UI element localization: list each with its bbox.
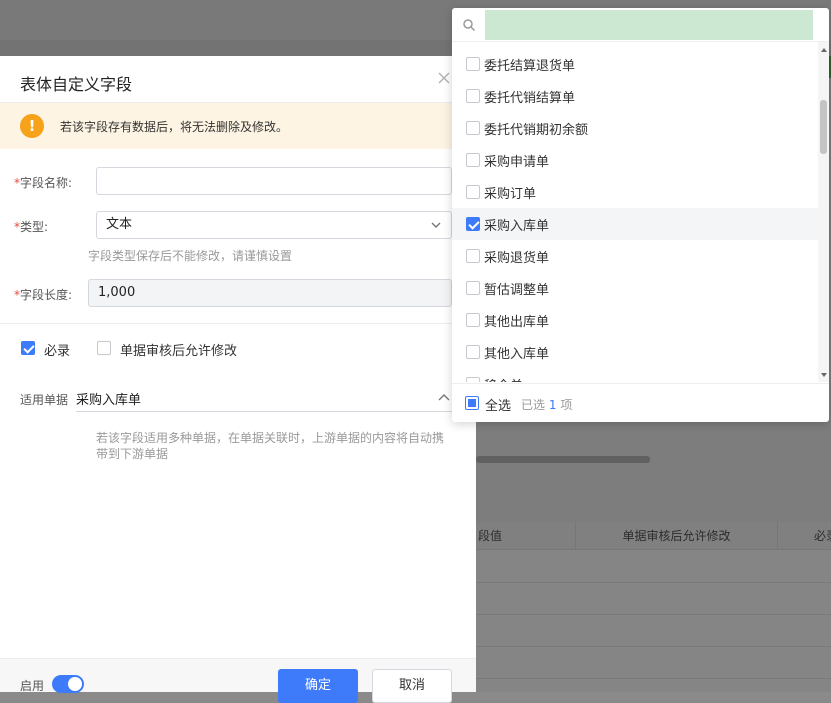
warning-alert: ! 若该字段存有数据后，将无法删除及修改。 <box>0 103 476 149</box>
field-name-input[interactable] <box>96 167 452 195</box>
dropdown-option-checkbox[interactable] <box>466 345 480 359</box>
dropdown-option[interactable]: 采购入库单 <box>452 208 818 240</box>
dropdown-option-label: 委托结算退货单 <box>484 59 576 74</box>
scroll-thumb[interactable] <box>820 100 827 154</box>
selected-suffix: 项 <box>560 398 573 412</box>
type-select-value: 文本 <box>106 217 133 232</box>
type-select[interactable]: 文本 <box>96 211 452 239</box>
dropdown-option-label: 委托代销结算单 <box>484 91 576 106</box>
dropdown-option[interactable]: 其他出库单 <box>452 304 818 336</box>
allow-edit-after-audit-checkbox[interactable] <box>97 341 111 355</box>
dropdown-option[interactable]: 委托结算退货单 <box>452 48 818 80</box>
selected-count-text: 已选 1 项 <box>521 396 572 413</box>
dropdown-footer: 全选 已选 1 项 <box>452 383 829 422</box>
dropdown-option-checkbox[interactable] <box>466 281 480 295</box>
search-icon <box>463 19 476 32</box>
drawer-title: 表体自定义字段 <box>20 75 133 94</box>
document-type-dropdown: 委托结算退货单 委托代销结算单 委托代销期初余额 采购申请单采购订单采购入库单采购退货… <box>452 8 829 422</box>
dropdown-option[interactable]: 其他入库单 <box>452 336 818 368</box>
select-all-label[interactable]: 全选 <box>485 395 511 414</box>
dropdown-option[interactable]: 委托代销期初余额 <box>452 112 818 144</box>
enable-label: 启用 <box>20 679 45 693</box>
dropdown-option-label: 采购订单 <box>484 187 537 202</box>
scroll-up-icon[interactable] <box>821 48 827 52</box>
dropdown-option[interactable]: 移仓单 <box>452 368 818 382</box>
dropdown-option-checkbox[interactable] <box>466 313 480 327</box>
confirm-button[interactable]: 确定 <box>278 669 358 703</box>
dropdown-option-checkbox[interactable] <box>466 377 480 382</box>
dropdown-option-label: 移仓单 <box>484 375 523 382</box>
dropdown-scrollbar[interactable] <box>818 42 829 382</box>
chevron-down-icon <box>431 222 441 228</box>
dropdown-option[interactable]: 委托代销结算单 <box>452 80 818 112</box>
dropdown-option-label: 委托代销期初余额 <box>484 123 589 138</box>
custom-field-drawer: 表体自定义字段 ! 若该字段存有数据后，将无法删除及修改。 *字段名称: *类型… <box>0 56 476 703</box>
applicable-docs-select[interactable]: 采购入库单 <box>76 384 454 412</box>
dropdown-option[interactable]: 采购订单 <box>452 176 818 208</box>
dropdown-option-checkbox[interactable] <box>466 153 480 167</box>
alert-text: 若该字段存有数据后，将无法删除及修改。 <box>60 120 289 134</box>
dropdown-options-list: 委托结算退货单 委托代销结算单 委托代销期初余额 采购申请单采购订单采购入库单采购退货… <box>452 42 818 382</box>
dropdown-option-label: 其他入库单 <box>484 347 550 362</box>
dropdown-option-checkbox[interactable] <box>466 121 480 135</box>
field-length-label: *字段长度: <box>14 286 72 303</box>
dropdown-option[interactable]: 采购退货单 <box>452 240 818 272</box>
dropdown-option-checkbox[interactable] <box>466 185 480 199</box>
field-length-label-text: 字段长度: <box>20 288 73 302</box>
dropdown-search <box>452 8 829 42</box>
applicable-docs-value: 采购入库单 <box>76 393 142 408</box>
drawer-header: 表体自定义字段 <box>0 56 476 103</box>
dropdown-option-label: 采购退货单 <box>484 251 550 266</box>
scroll-down-icon[interactable] <box>821 373 827 377</box>
type-label: *类型: <box>14 218 48 235</box>
dropdown-option-checkbox[interactable] <box>466 57 480 71</box>
drawer-footer: 启用 确定 取消 <box>0 658 476 703</box>
select-all-checkbox[interactable] <box>465 396 479 410</box>
dropdown-option-label: 采购入库单 <box>484 219 550 234</box>
type-hint: 字段类型保存后不能修改，请谨慎设置 <box>88 249 293 263</box>
warning-icon: ! <box>20 114 44 138</box>
cancel-button[interactable]: 取消 <box>372 669 452 703</box>
dropdown-option-label: 采购申请单 <box>484 155 550 170</box>
selected-count: 1 <box>548 398 557 412</box>
dropdown-option-label: 其他出库单 <box>484 315 550 330</box>
applicable-docs-label: 适用单据 <box>20 393 69 407</box>
dropdown-option[interactable]: 暂估调整单 <box>452 272 818 304</box>
dropdown-option-checkbox[interactable] <box>466 89 480 103</box>
dropdown-option-label: 暂估调整单 <box>484 283 550 298</box>
type-label-text: 类型: <box>20 220 49 234</box>
allow-edit-after-audit-label[interactable]: 单据审核后允许修改 <box>120 340 237 359</box>
field-name-label-text: 字段名称: <box>20 176 73 190</box>
chevron-up-icon <box>438 394 450 401</box>
dropdown-option-checkbox[interactable] <box>466 249 480 263</box>
dropdown-option[interactable]: 采购申请单 <box>452 144 818 176</box>
required-checkbox-label[interactable]: 必录 <box>44 340 70 359</box>
selected-prefix: 已选 <box>521 398 546 412</box>
enable-toggle[interactable] <box>52 675 84 693</box>
required-checkbox[interactable] <box>21 341 35 355</box>
dropdown-option-checkbox[interactable] <box>466 217 480 231</box>
field-name-label: *字段名称: <box>14 174 72 191</box>
applicable-docs-hint: 若该字段适用多种单据，在单据关联时，上游单据的内容将自动携带到下游单据 <box>96 431 445 461</box>
field-length-input[interactable]: 1,000 <box>88 279 452 307</box>
divider <box>0 323 476 324</box>
close-icon[interactable] <box>436 70 452 86</box>
dropdown-search-input[interactable] <box>485 10 813 40</box>
